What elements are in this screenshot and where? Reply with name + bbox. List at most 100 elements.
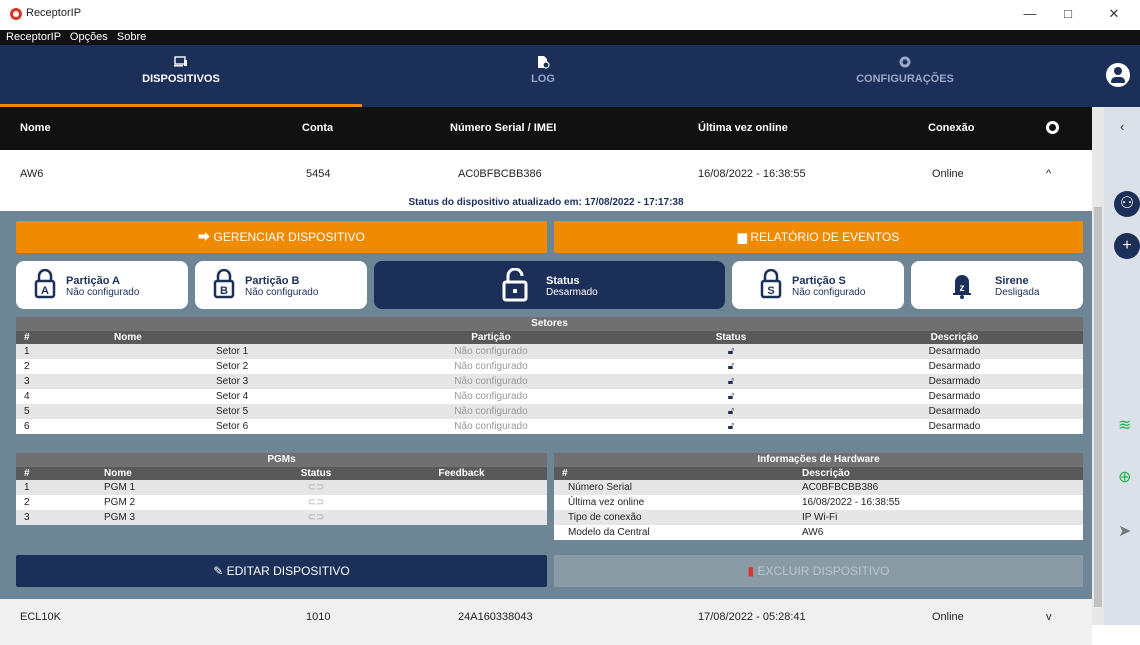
account-icon[interactable] (1106, 63, 1130, 87)
table-row: 5 Setor 5 Não configurado 🔓︎ Desarmado (16, 404, 1083, 419)
bell-icon: z (953, 275, 971, 299)
users-icon[interactable]: ⚇ (1114, 191, 1140, 217)
maximize-button[interactable]: □ (1054, 6, 1082, 24)
relatorio-eventos-button[interactable]: ▆ RELATÓRIO DE EVENTOS (554, 221, 1083, 253)
cell: Não configurado (346, 344, 636, 359)
table-row: 6 Setor 6 Não configurado 🔓︎ Desarmado (16, 419, 1083, 434)
cell: Desarmado (826, 359, 1083, 374)
close-button[interactable]: ✕ (1100, 6, 1128, 24)
table-row: 4 Setor 4 Não configurado 🔓︎ Desarmado (16, 389, 1083, 404)
tab-log[interactable]: LOG (362, 45, 724, 107)
wifi-icon: ≋ (1118, 417, 1132, 434)
card-particao-a[interactable]: A Partição A Não configurado (16, 261, 188, 309)
card-sub: Desarmado (546, 287, 598, 298)
toggle-icon[interactable]: ⊂⊃ (256, 510, 376, 525)
th: Status (636, 331, 826, 344)
cell: Setor 1 (106, 344, 346, 359)
device-row-ecl10k[interactable]: ECL10K 1010 24A160338043 17/08/2022 - 05… (0, 599, 1092, 645)
device-ultima: 17/08/2022 - 05:28:41 (698, 611, 806, 623)
device-conexao: Online (932, 611, 964, 623)
excluir-dispositivo-button[interactable]: ▮ EXCLUIR DISPOSITIVO (554, 555, 1083, 587)
device-row-aw6[interactable]: AW6 5454 AC0BFBCBB386 16/08/2022 - 16:38… (0, 151, 1092, 197)
gerenciar-dispositivo-button[interactable]: ⮕ GERENCIAR DISPOSITIVO (16, 221, 547, 253)
cell: Setor 4 (106, 389, 346, 404)
menu-sobre[interactable]: Sobre (117, 31, 146, 43)
cell: Tipo de conexão (554, 510, 794, 525)
tab-configuracoes[interactable]: CONFIGURAÇÕES (724, 45, 1086, 107)
th: Feedback (376, 467, 547, 480)
device-table-header: Nome Conta Número Serial / IMEI Última v… (0, 107, 1092, 150)
chevron-up-icon[interactable]: ^ (1046, 168, 1051, 180)
collapse-chevron-icon[interactable]: ‹ (1120, 119, 1124, 134)
cell: 5 (16, 404, 106, 419)
cell: 1 (16, 344, 106, 359)
cell: Setor 5 (106, 404, 346, 419)
th: Descrição (794, 467, 1083, 480)
card-particao-b[interactable]: B Partição B Não configurado (195, 261, 367, 309)
table-row: Última vez online 16/08/2022 - 16:38:55 (554, 495, 1083, 510)
cell: Desarmado (826, 419, 1083, 434)
log-file-icon (538, 56, 550, 69)
cell: IP Wi-Fi (794, 510, 1083, 525)
cell: 2 (16, 359, 106, 374)
card-sirene[interactable]: z Sirene Desligada (911, 261, 1083, 309)
menu-opcoes[interactable]: Opções (70, 31, 108, 43)
unlock-icon: 🔓︎ (636, 359, 826, 374)
cell: Desarmado (826, 374, 1083, 389)
scrollbar-thumb[interactable] (1094, 207, 1102, 607)
editar-dispositivo-button[interactable]: ✎ EDITAR DISPOSITIVO (16, 555, 547, 587)
table-row: Número Serial AC0BFBCBB386 (554, 480, 1083, 495)
cell (376, 480, 547, 495)
card-sub: Não configurado (245, 287, 319, 298)
cell: Setor 6 (106, 419, 346, 434)
cell: PGM 2 (76, 495, 256, 510)
th: # (16, 331, 106, 344)
table-row: 3 Setor 3 Não configurado 🔓︎ Desarmado (16, 374, 1083, 389)
card-sub: Desligada (995, 287, 1040, 298)
unlock-icon: 🔓︎ (636, 344, 826, 359)
table-row: 1 PGM 1 ⊂⊃ (16, 480, 547, 495)
device-conta: 1010 (306, 611, 331, 623)
unlock-icon (502, 268, 528, 302)
send-icon[interactable]: ➤ (1118, 521, 1131, 541)
th: # (16, 467, 76, 480)
lock-a-letter: A (41, 285, 49, 297)
top-nav: DISPOSITIVOS LOG CONFIGURAÇÕES (0, 45, 1140, 107)
cell: 3 (16, 374, 106, 389)
toggle-icon[interactable]: ⊂⊃ (256, 480, 376, 495)
table-row: 3 PGM 3 ⊂⊃ (16, 510, 547, 525)
cell: Não configurado (346, 389, 636, 404)
device-nome: ECL10K (20, 611, 61, 623)
add-icon[interactable]: + (1114, 233, 1140, 259)
card-particao-s[interactable]: S Partição S Não configurado (732, 261, 904, 309)
th: Descrição (826, 331, 1083, 344)
gerenciar-label: GERENCIAR DISPOSITIVO (213, 230, 365, 244)
globe-icon: ⊕ (1118, 469, 1132, 486)
chevron-down-icon[interactable]: v (1046, 611, 1052, 623)
th: Nome (76, 467, 256, 480)
cell: Setor 2 (106, 359, 346, 374)
cell: Desarmado (826, 389, 1083, 404)
table-row: 1 Setor 1 Não configurado 🔓︎ Desarmado (16, 344, 1083, 359)
excluir-label: EXCLUIR DISPOSITIVO (757, 564, 890, 578)
card-status[interactable]: Status Desarmado (374, 261, 725, 309)
cell: Modelo da Central (554, 525, 794, 540)
toggle-icon[interactable]: ⊂⊃ (256, 495, 376, 510)
card-title: Status (546, 275, 580, 287)
menu-receptorip[interactable]: ReceptorIP (6, 31, 61, 43)
setores-title: Setores (16, 317, 1083, 331)
device-nome: AW6 (20, 168, 44, 180)
report-file-icon: ▆ (737, 230, 751, 244)
cell: PGM 1 (76, 480, 256, 495)
cell (376, 510, 547, 525)
cell: 1 (16, 480, 76, 495)
lock-s-letter: S (767, 285, 774, 297)
tab-dispositivos[interactable]: DISPOSITIVOS (0, 45, 362, 107)
scrollbar[interactable] (1092, 107, 1104, 625)
settings-gear-icon[interactable] (1046, 121, 1059, 134)
card-title: Partição B (245, 275, 300, 287)
col-serial: Número Serial / IMEI (450, 122, 557, 134)
minimize-button[interactable]: — (1016, 6, 1044, 24)
lock-s-icon: S (760, 269, 782, 299)
device-serial: AC0BFBCBB386 (458, 168, 542, 180)
